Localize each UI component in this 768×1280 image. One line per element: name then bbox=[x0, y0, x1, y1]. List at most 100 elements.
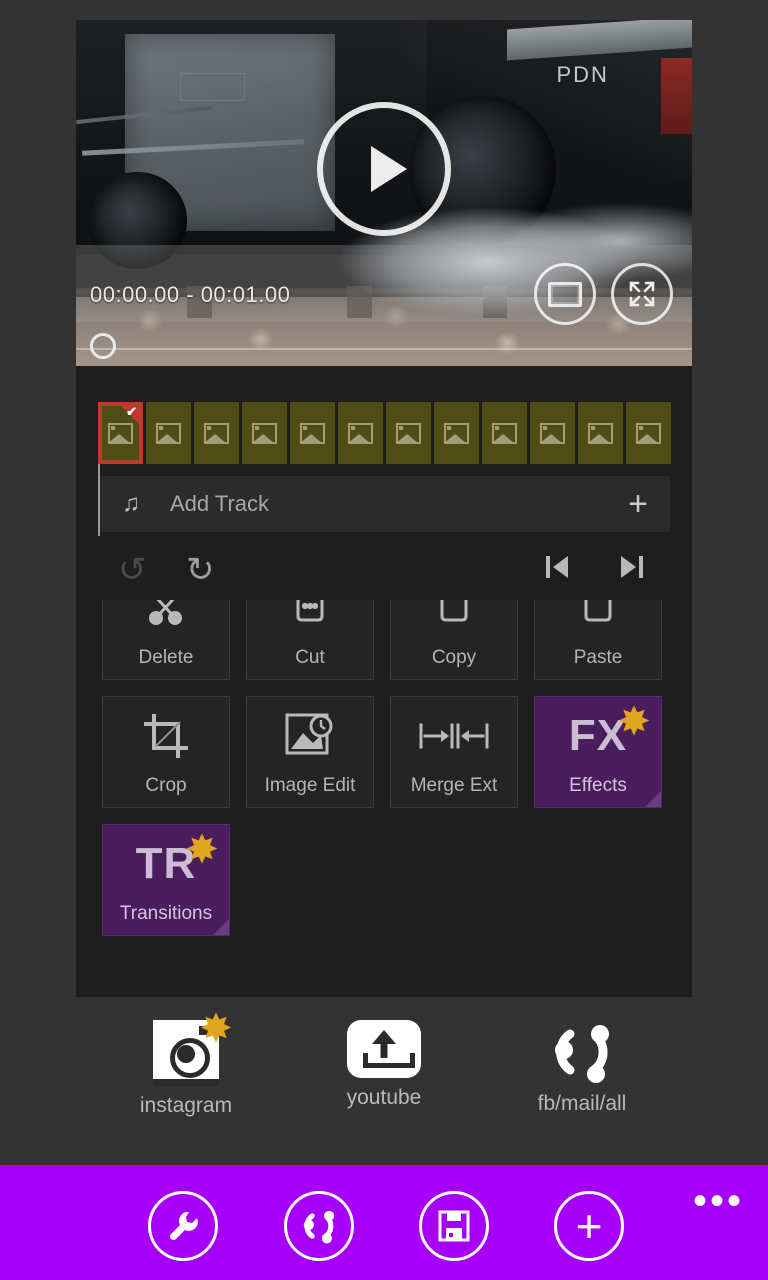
share-button[interactable] bbox=[284, 1191, 354, 1261]
timeline-frame[interactable] bbox=[146, 402, 191, 464]
image-thumb-icon bbox=[492, 422, 517, 444]
youtube-upload-icon bbox=[347, 1020, 421, 1078]
share-label: youtube bbox=[346, 1086, 422, 1109]
locomotive-marking: PDN bbox=[556, 61, 609, 87]
image-thumb-icon bbox=[252, 422, 277, 444]
tool-label: Crop bbox=[145, 775, 187, 796]
aspect-ratio-icon bbox=[548, 281, 582, 307]
crop-icon bbox=[103, 697, 229, 775]
cut-tool-button[interactable]: Cut bbox=[246, 600, 374, 680]
copy-tool-button[interactable]: Copy bbox=[390, 600, 518, 680]
paste-icon bbox=[535, 600, 661, 647]
tile-corner-marker bbox=[213, 919, 229, 935]
image-thumb-icon bbox=[108, 422, 133, 444]
image-thumb-icon bbox=[300, 422, 325, 444]
timeline-frame[interactable] bbox=[530, 402, 575, 464]
save-button[interactable] bbox=[419, 1191, 489, 1261]
add-track-row[interactable]: ♫ Add Track + bbox=[100, 476, 670, 532]
next-frame-button[interactable] bbox=[621, 556, 643, 578]
share-instagram-button[interactable]: ✸ instagram bbox=[116, 1009, 256, 1118]
image-thumb-icon bbox=[588, 422, 613, 444]
timeline-frame[interactable]: ✔ bbox=[98, 402, 143, 464]
timeline-frame[interactable] bbox=[242, 402, 287, 464]
plus-icon: + bbox=[575, 1200, 603, 1252]
image-edit-icon bbox=[247, 697, 373, 775]
tool-label: Merge Ext bbox=[410, 775, 498, 796]
new-badge-icon: ✸ bbox=[617, 700, 651, 744]
share-all-icon bbox=[550, 1020, 614, 1084]
skip-next-icon bbox=[621, 556, 643, 578]
share-all-button[interactable]: fb/mail/all bbox=[512, 1020, 652, 1116]
new-badge-icon: ✸ bbox=[199, 1007, 233, 1051]
tool-label: Transitions bbox=[119, 903, 213, 924]
timeline-frame[interactable] bbox=[194, 402, 239, 464]
delete-tool-button[interactable]: Delete bbox=[102, 600, 230, 680]
cut-icon bbox=[247, 600, 373, 647]
image-thumb-icon bbox=[156, 422, 181, 444]
paste-tool-button[interactable]: Paste bbox=[534, 600, 662, 680]
image-thumb-icon bbox=[540, 422, 565, 444]
more-options-button[interactable]: ••• bbox=[693, 1181, 744, 1221]
scissors-icon bbox=[103, 600, 229, 647]
filmstrip: ✔ bbox=[98, 402, 671, 464]
timeline: ✔ ♫ Add Track + bbox=[76, 366, 692, 538]
tool-label: Paste bbox=[573, 647, 623, 668]
timeline-frame[interactable] bbox=[434, 402, 479, 464]
time-range-label: 00:00.00 - 00:01.00 bbox=[90, 282, 291, 307]
previous-frame-button[interactable] bbox=[546, 556, 568, 578]
transitions-tool-button[interactable]: ✸ TR Transitions bbox=[102, 824, 230, 936]
bottom-app-bar: + ••• bbox=[0, 1165, 768, 1280]
share-row: ✸ instagram youtube fb/mail/all bbox=[76, 1009, 692, 1140]
timeline-frame[interactable] bbox=[482, 402, 527, 464]
image-edit-tool-button[interactable]: Image Edit bbox=[246, 696, 374, 808]
undo-button[interactable]: ↺ bbox=[118, 550, 147, 590]
share-youtube-button[interactable]: youtube bbox=[314, 1020, 454, 1110]
tool-row-2: Crop Image Edit Merge Ext ✸ FX Effects bbox=[102, 696, 672, 808]
add-track-plus-icon[interactable]: + bbox=[628, 487, 648, 521]
timeline-frame[interactable] bbox=[386, 402, 431, 464]
share-label: fb/mail/all bbox=[537, 1092, 627, 1115]
add-track-label: Add Track bbox=[170, 491, 270, 516]
scrubber-track[interactable] bbox=[76, 348, 692, 350]
tool-label: Effects bbox=[569, 775, 627, 796]
fullscreen-button[interactable] bbox=[611, 263, 673, 325]
editor-panel: PDN 00:00.00 - 00:01.00 ✔ ♫ Add Track + … bbox=[76, 20, 692, 997]
selected-check-icon: ✔ bbox=[126, 404, 137, 419]
add-button[interactable]: + bbox=[554, 1191, 624, 1261]
image-thumb-icon bbox=[444, 422, 469, 444]
timeline-frame[interactable] bbox=[290, 402, 335, 464]
image-thumb-icon bbox=[396, 422, 421, 444]
copy-icon bbox=[391, 600, 517, 647]
history-nav-row: ↺ ↻ bbox=[76, 540, 692, 600]
new-badge-icon: ✸ bbox=[185, 828, 219, 872]
timeline-frame[interactable] bbox=[338, 402, 383, 464]
save-icon bbox=[438, 1210, 470, 1242]
tool-grid: Delete Cut Copy Paste Crop Image Edit Me… bbox=[102, 600, 672, 952]
play-button[interactable] bbox=[317, 101, 451, 236]
timeline-frame[interactable] bbox=[626, 402, 671, 464]
image-thumb-icon bbox=[636, 422, 661, 444]
tool-row-1: Delete Cut Copy Paste bbox=[102, 600, 672, 680]
merge-icon bbox=[391, 697, 517, 775]
fullscreen-icon bbox=[627, 279, 657, 309]
wrench-icon bbox=[169, 1211, 198, 1241]
play-icon bbox=[371, 145, 407, 192]
timeline-frame[interactable] bbox=[578, 402, 623, 464]
tool-label: Image Edit bbox=[264, 775, 356, 796]
video-preview[interactable]: PDN 00:00.00 - 00:01.00 bbox=[76, 20, 692, 366]
crop-tool-button[interactable]: Crop bbox=[102, 696, 230, 808]
music-note-icon: ♫ bbox=[122, 490, 140, 517]
share-icon bbox=[303, 1210, 335, 1244]
settings-button[interactable] bbox=[148, 1191, 218, 1261]
merge-ext-tool-button[interactable]: Merge Ext bbox=[390, 696, 518, 808]
aspect-ratio-button[interactable] bbox=[534, 263, 596, 325]
redo-button[interactable]: ↻ bbox=[186, 550, 215, 590]
tool-label: Copy bbox=[431, 647, 477, 668]
effects-tool-button[interactable]: ✸ FX Effects bbox=[534, 696, 662, 808]
tile-corner-marker bbox=[645, 791, 661, 807]
share-label: instagram bbox=[139, 1094, 233, 1117]
tool-label: Cut bbox=[295, 647, 325, 668]
tool-label: Delete bbox=[138, 647, 194, 668]
scrubber-handle[interactable] bbox=[90, 333, 116, 359]
image-thumb-icon bbox=[348, 422, 373, 444]
